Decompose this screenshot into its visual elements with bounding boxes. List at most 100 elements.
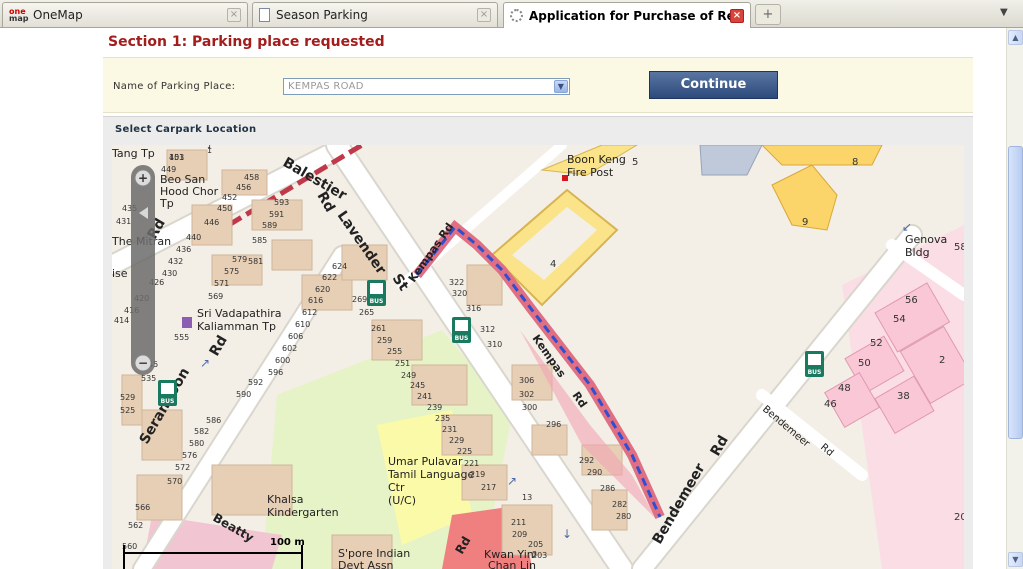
block-number: 211	[511, 518, 526, 527]
block-number: 571	[214, 279, 229, 288]
bus-label: BUS	[808, 369, 822, 376]
block-number: 436	[176, 245, 191, 254]
block-number: 8	[852, 157, 858, 168]
tab-season-parking[interactable]: Season Parking ×	[252, 2, 498, 27]
block-number: 249	[401, 371, 416, 380]
block-number: 286	[600, 484, 615, 493]
block-number: 529	[120, 393, 135, 402]
block-number: 58	[954, 242, 964, 253]
bus-stop-icon[interactable]: BUS	[158, 380, 177, 406]
block-number: 316	[466, 304, 481, 313]
bus-stop-icon[interactable]: BUS	[452, 317, 471, 343]
scale-label: 100 m	[270, 537, 305, 548]
map-canvas[interactable]: Balestier Rd Lavender St Kempas Rd Kempa…	[112, 145, 964, 569]
block-number: 269	[352, 295, 367, 304]
block-number: 261	[371, 324, 386, 333]
place-label: Tp	[159, 197, 174, 210]
block-number: 576	[182, 451, 197, 460]
minus-icon: −	[138, 356, 148, 370]
place-label: Ctr	[388, 481, 405, 494]
vertical-scrollbar[interactable]: ▲ ▼	[1006, 28, 1023, 569]
direction-arrow-icon: ↗	[200, 356, 210, 370]
bus-stop-icon[interactable]: BUS	[805, 351, 824, 377]
block-number: 602	[282, 344, 297, 353]
place-label: Sri Vadapathira	[197, 307, 282, 320]
block-number: 310	[487, 340, 502, 349]
block-number: 555	[174, 333, 189, 342]
block-number: 570	[167, 477, 182, 486]
block-number: 449	[161, 165, 176, 174]
block-number: 306	[519, 376, 534, 385]
block-number: 5	[632, 157, 638, 168]
block-number: 432	[168, 257, 183, 266]
tab-application[interactable]: Application for Purchase of Resid... ×	[503, 2, 751, 28]
block-number: 282	[612, 500, 627, 509]
block-number: 320	[452, 289, 467, 298]
block-number: 46	[824, 399, 837, 410]
block-number: 239	[427, 403, 442, 412]
block-number: 586	[206, 416, 221, 425]
tab-onemap[interactable]: one map OneMap ×	[2, 2, 248, 27]
road-label: Rd	[207, 333, 231, 359]
parking-place-select[interactable]: KEMPAS ROAD ▼	[283, 78, 570, 95]
block-number: 562	[128, 521, 143, 530]
block-number: 231	[442, 425, 457, 434]
bus-label: BUS	[370, 298, 384, 305]
block-number: 219	[470, 470, 485, 479]
block-number: 280	[616, 512, 631, 521]
block-number: 50	[858, 358, 871, 369]
place-label: Kaliamman Tp	[197, 320, 276, 333]
block-number: 592	[248, 378, 263, 387]
block-number: 20	[954, 512, 964, 523]
block-number: 251	[395, 359, 410, 368]
block-number: 579	[232, 255, 247, 264]
place-label: Tamil Language	[387, 468, 474, 481]
place-label: Boon Keng	[567, 153, 626, 166]
carpark-location-header: Select Carpark Location	[103, 116, 973, 142]
block-number: 575	[224, 267, 239, 276]
section-title: Section 1: Parking place requested	[108, 34, 385, 50]
direction-arrow-icon: ↗	[507, 474, 517, 488]
block-number: 3	[532, 550, 537, 559]
block-number: 56	[905, 295, 918, 306]
block-number: 593	[274, 198, 289, 207]
block-number: 103	[169, 153, 184, 162]
block-number: 446	[204, 218, 219, 227]
block-number: 590	[236, 390, 251, 399]
building-grey	[699, 145, 763, 176]
block-number: 620	[315, 285, 330, 294]
continue-button[interactable]: Continue	[649, 71, 778, 99]
block-number: 440	[186, 233, 201, 242]
block-number: 296	[546, 420, 561, 429]
tab-list-menu-icon[interactable]: ▼	[1000, 7, 1008, 18]
block-number: 431	[116, 217, 131, 226]
zoom-control[interactable]: + −	[131, 165, 155, 375]
block-number: 456	[236, 183, 251, 192]
temple-marker-icon[interactable]	[182, 317, 192, 328]
block-number: 610	[295, 320, 310, 329]
scroll-down-button[interactable]: ▼	[1008, 552, 1023, 567]
close-icon[interactable]: ×	[477, 8, 491, 22]
block-number: 624	[332, 262, 347, 271]
block-number: 290	[587, 468, 602, 477]
chevron-down-icon[interactable]: ▼	[554, 80, 568, 93]
scroll-thumb[interactable]	[1008, 146, 1023, 439]
block-number: 1	[207, 145, 212, 151]
place-label: (U/C)	[388, 494, 416, 507]
block-number: 13	[522, 493, 532, 502]
carpark-map[interactable]: Balestier Rd Lavender St Kempas Rd Kempa…	[112, 145, 964, 569]
close-icon[interactable]: ×	[227, 8, 241, 22]
zoom-slider-track[interactable]	[131, 165, 155, 375]
close-icon[interactable]: ×	[730, 8, 744, 23]
place-label: Genova	[905, 233, 947, 246]
bus-stop-icon[interactable]: BUS	[367, 280, 386, 306]
new-tab-button[interactable]: +	[755, 4, 781, 25]
block-number: 48	[838, 383, 851, 394]
browser-tab-bar: one map OneMap × Season Parking × Applica…	[0, 0, 1023, 28]
scroll-up-button[interactable]: ▲	[1008, 30, 1023, 45]
block-number: 205	[528, 540, 543, 549]
block-number: 225	[457, 447, 472, 456]
place-label: Umar Pulavar	[388, 455, 463, 468]
place-label: Khalsa	[267, 493, 303, 506]
fire-post-marker-icon[interactable]	[562, 175, 568, 181]
